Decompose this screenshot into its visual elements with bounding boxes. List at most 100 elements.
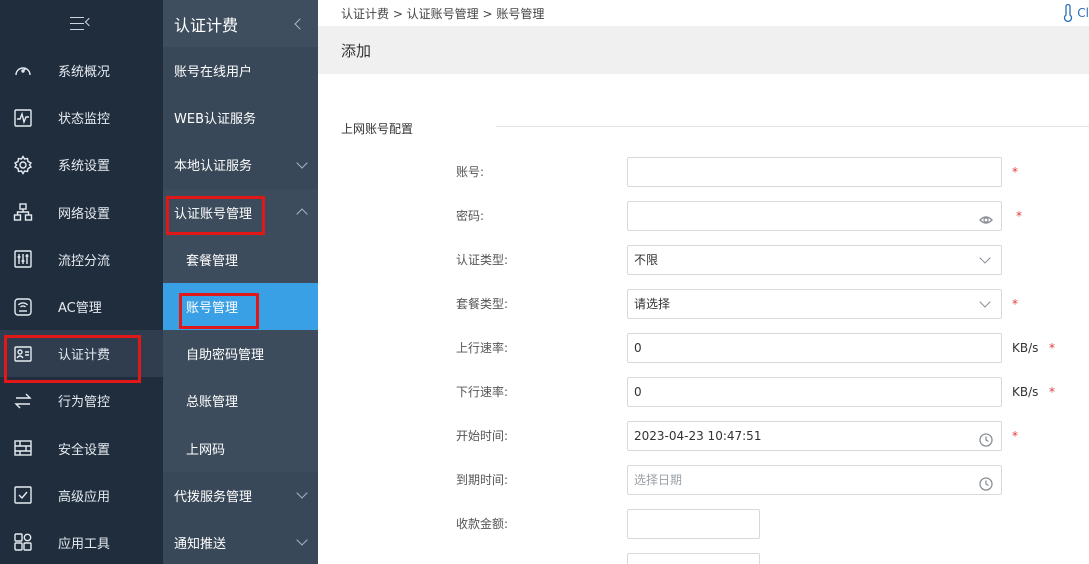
sidebar-item-label: 系统设置	[58, 159, 111, 175]
form-row-amount: 收款金额:	[318, 509, 1089, 539]
down-rate-unit: KB/s	[1012, 385, 1039, 399]
sidebar-item-system-settings[interactable]: 系统设置	[0, 141, 163, 188]
sidebar-item-network[interactable]: 网络设置	[0, 189, 163, 236]
password-input[interactable]	[627, 201, 1002, 231]
form-row-end-time: 到期时间: 选择日期	[318, 465, 1089, 495]
subnav-item-label: 认证账号管理	[174, 206, 253, 222]
collapse-subnav-icon[interactable]	[294, 17, 306, 30]
sliders-icon	[12, 248, 34, 270]
required-mark: *	[1012, 429, 1018, 443]
eye-icon[interactable]	[979, 209, 993, 224]
required-mark: *	[1049, 341, 1055, 355]
subnav-item-label: 上网码	[186, 442, 226, 458]
sidebar-item-security[interactable]: 安全设置	[0, 425, 163, 472]
subnav-item-account-management[interactable]: 账号管理	[163, 282, 318, 331]
password-label: 密码:	[456, 209, 485, 223]
checkbox-icon	[12, 484, 34, 506]
wifi-router-icon	[12, 296, 34, 318]
up-rate-label: 上行速率:	[456, 341, 509, 355]
sidebar-item-label: 行为管控	[58, 395, 111, 411]
subnav-item-online-users[interactable]: 账号在线用户	[163, 47, 318, 94]
form-row-up-rate: 上行速率: 0 KB/s *	[318, 333, 1089, 363]
main-sidebar: 系统概况 状态监控 系统设置 网络设置 流控分流 AC管理 认证计费 行为管控	[0, 0, 163, 564]
subnav-item-dial-service[interactable]: 代拨服务管理	[163, 472, 318, 519]
form-row-package-type: 套餐类型: 请选择 *	[318, 289, 1089, 319]
chevron-down-icon	[296, 157, 308, 169]
account-label: 账号:	[456, 165, 485, 179]
chevron-down-icon	[979, 252, 991, 264]
start-time-value: 2023-04-23 10:47:51	[634, 429, 762, 443]
up-rate-unit: KB/s	[1012, 341, 1039, 355]
sidebar-item-label: 网络设置	[58, 206, 111, 222]
sidebar-item-overview[interactable]: 系统概况	[0, 47, 163, 94]
swap-arrows-icon	[12, 390, 34, 412]
thermometer-indicator[interactable]: Cl	[1062, 4, 1089, 22]
breadcrumb: 认证计费 > 认证账号管理 > 账号管理	[318, 0, 1089, 26]
end-time-placeholder: 选择日期	[634, 473, 683, 487]
sidebar-item-label: 高级应用	[58, 489, 111, 505]
page-title-bar: 添加	[318, 26, 1089, 74]
chevron-down-icon	[296, 534, 308, 547]
section-title: 上网账号配置	[341, 122, 414, 136]
subnav-item-auth-accounts[interactable]: 认证账号管理	[163, 188, 318, 236]
amount-label: 收款金额:	[456, 517, 509, 531]
sidebar-item-flow-control[interactable]: 流控分流	[0, 236, 163, 283]
clock-icon[interactable]	[979, 473, 993, 491]
required-mark: *	[1049, 385, 1055, 399]
clock-icon[interactable]	[979, 429, 993, 447]
form-row-next	[318, 553, 1089, 564]
chevron-up-icon	[296, 208, 308, 220]
subnav-item-label: 账号管理	[186, 301, 239, 317]
required-mark: *	[1016, 209, 1022, 223]
subnav-item-self-password[interactable]: 自助密码管理	[163, 330, 318, 378]
subnav-item-notifications[interactable]: 通知推送	[163, 519, 318, 564]
auth-type-select[interactable]: 不限	[627, 245, 1002, 275]
sidebar-item-auth-billing[interactable]: 认证计费	[0, 330, 163, 378]
sidebar-item-behavior-control[interactable]: 行为管控	[0, 377, 163, 424]
end-time-input[interactable]: 选择日期	[627, 465, 1002, 495]
sidebar-item-label: 安全设置	[58, 442, 111, 458]
amount-input[interactable]	[627, 509, 760, 539]
apps-icon	[12, 531, 34, 553]
subnav-item-packages[interactable]: 套餐管理	[163, 235, 318, 283]
start-time-input[interactable]: 2023-04-23 10:47:51	[627, 421, 1002, 451]
subnav-item-web-auth[interactable]: WEB认证服务	[163, 94, 318, 141]
form-row-start-time: 开始时间: 2023-04-23 10:47:51 *	[318, 421, 1089, 451]
sidebar-item-label: AC管理	[58, 301, 102, 317]
page-title: 添加	[341, 41, 372, 60]
account-input[interactable]	[627, 157, 1002, 187]
collapse-menu-icon[interactable]	[69, 15, 94, 33]
subnav-item-label: WEB认证服务	[174, 112, 256, 128]
down-rate-input[interactable]: 0	[627, 377, 1002, 407]
network-icon	[12, 201, 34, 223]
subnav-item-local-auth[interactable]: 本地认证服务	[163, 141, 318, 188]
sidebar-item-label: 认证计费	[58, 348, 111, 364]
package-type-select[interactable]: 请选择	[627, 289, 1002, 319]
required-mark: *	[1012, 165, 1018, 179]
required-mark: *	[1012, 297, 1018, 311]
form-row-password: 密码: *	[318, 201, 1089, 231]
package-type-value: 请选择	[634, 297, 671, 311]
package-type-label: 套餐类型:	[456, 297, 509, 311]
sidebar-item-ac-management[interactable]: AC管理	[0, 283, 163, 330]
breadcrumb-text: 认证计费 > 认证账号管理 > 账号管理	[341, 6, 545, 21]
next-input[interactable]	[627, 553, 760, 564]
sidebar-item-label: 状态监控	[58, 112, 111, 128]
subnav-item-access-code[interactable]: 上网码	[163, 424, 318, 472]
sidebar-item-monitor[interactable]: 状态监控	[0, 94, 163, 141]
sidebar-item-label: 系统概况	[58, 65, 111, 81]
secondary-sidebar: 认证计费 账号在线用户 WEB认证服务 本地认证服务 认证账号管理 套餐管理 账…	[163, 0, 318, 564]
subnav-item-ledger[interactable]: 总账管理	[163, 377, 318, 425]
thermometer-text: Cl	[1077, 6, 1089, 20]
subnav-item-label: 套餐管理	[186, 253, 239, 269]
sidebar-toggle[interactable]	[0, 0, 163, 47]
auth-type-label: 认证类型:	[456, 253, 509, 267]
main-content: 认证计费 > 认证账号管理 > 账号管理 Cl 添加 上网账号配置 账号: * …	[318, 0, 1089, 564]
start-time-label: 开始时间:	[456, 429, 509, 443]
up-rate-input[interactable]: 0	[627, 333, 1002, 363]
id-card-icon	[12, 343, 34, 365]
sidebar-item-tools[interactable]: 应用工具	[0, 519, 163, 564]
sidebar-item-label: 流控分流	[58, 253, 111, 269]
sidebar-item-advanced[interactable]: 高级应用	[0, 472, 163, 519]
subnav-item-label: 总账管理	[186, 395, 239, 411]
